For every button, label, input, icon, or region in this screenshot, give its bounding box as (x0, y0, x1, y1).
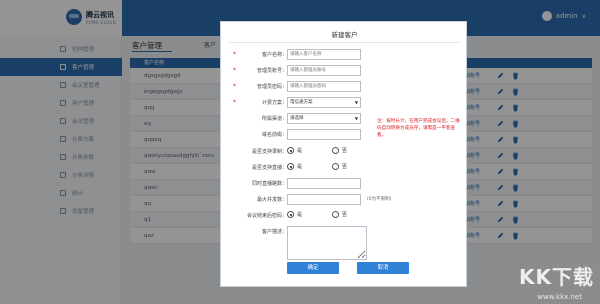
live-no-radio[interactable]: 否 (332, 163, 347, 170)
field-max-concurrent: 最大并发数： (0为不限制) (221, 194, 468, 206)
field-meeting-end-code: 会议结束后密码： 是 否 (221, 210, 468, 222)
radio-label: 否 (342, 164, 348, 170)
end-code-radio-group: 是 否 (287, 211, 347, 218)
required-marker: * (233, 67, 236, 74)
recording-no-radio[interactable]: 否 (332, 147, 347, 154)
field-label: 所属渠道： (261, 116, 287, 122)
radio-dot (287, 163, 294, 170)
field-label: 是否支持直播： (251, 165, 287, 171)
field-admin-password: * 管理员密码： (221, 81, 468, 93)
field-customer-name: * 客户名称： (221, 49, 468, 61)
field-live-duration: 同时直播路数： (221, 178, 468, 190)
domain-prefix-input[interactable] (287, 129, 361, 140)
field-support-live: 是否支持直播： 是 否 (221, 162, 468, 174)
end-code-no-radio[interactable]: 否 (332, 211, 347, 218)
recording-yes-radio[interactable]: 是 (287, 147, 302, 154)
radio-dot (332, 147, 340, 154)
radio-dot (287, 147, 294, 154)
watermark-logo: KK下载 (519, 265, 594, 289)
field-label: 客户描述： (261, 229, 287, 235)
caret-down-icon: ▼ (354, 116, 358, 121)
customer-desc-textarea[interactable] (287, 226, 367, 260)
live-duration-input[interactable] (287, 178, 361, 189)
field-label: 同时直播路数： (251, 181, 287, 187)
field-support-recording: 是否支持录制： 是 否 (221, 146, 468, 158)
field-label: 客户名称： (261, 52, 287, 58)
field-label: 管理员密码： (256, 84, 287, 90)
dialog-title: 新建客户 (331, 31, 358, 39)
field-customer-desc: 客户描述： (221, 226, 468, 262)
field-label: 会议结束后密码： (246, 213, 287, 219)
radio-label: 是 (297, 164, 303, 170)
cancel-button[interactable]: 取消 (357, 262, 409, 274)
billing-plan-select[interactable]: 电信通方案 ▼ (287, 97, 361, 108)
recording-radio-group: 是 否 (287, 147, 347, 154)
radio-label: 是 (297, 148, 303, 154)
radio-label: 是 (297, 212, 303, 218)
radio-dot (287, 211, 294, 218)
required-marker: * (233, 51, 236, 58)
field-hint: (0为不限制) (367, 197, 392, 202)
caret-down-icon: ▼ (354, 100, 358, 105)
select-value: 电信通方案 (290, 100, 313, 105)
admin-account-input[interactable] (287, 65, 361, 76)
required-marker: * (233, 99, 236, 106)
sales-channel-select[interactable]: 请选择 ▼ (287, 113, 361, 124)
max-concurrent-input[interactable] (287, 194, 361, 205)
admin-password-input[interactable] (287, 81, 361, 92)
select-value: 请选择 (290, 116, 304, 121)
field-label: 最大并发数： (256, 197, 287, 203)
live-yes-radio[interactable]: 是 (287, 163, 302, 170)
field-label: 管理员账号： (256, 68, 287, 74)
new-customer-dialog: 新建客户 * 客户名称： * 管理员账号： * 管理员密码： * 计费方案： 电… (220, 21, 467, 287)
field-admin-account: * 管理员账号： (221, 65, 468, 77)
customer-name-input[interactable] (287, 49, 361, 60)
field-label: 域名前缀： (261, 132, 287, 138)
radio-dot (332, 163, 340, 170)
confirm-button[interactable]: 确定 (287, 262, 339, 274)
field-billing-plan: * 计费方案： 电信通方案 ▼ (221, 97, 468, 109)
watermark-url: www.kkx.net (537, 293, 582, 301)
field-label: 是否支持录制： (251, 149, 287, 155)
radio-label: 否 (342, 212, 348, 218)
radio-dot (332, 211, 340, 218)
radio-label: 否 (342, 148, 348, 154)
billing-note: 注：按时长计，在用户完成会议后，二维码自动转换为成员存，请需是一平客查看。 (377, 119, 460, 138)
required-marker: * (233, 83, 236, 90)
field-label: 计费方案： (261, 100, 287, 106)
divider (229, 42, 460, 43)
end-code-yes-radio[interactable]: 是 (287, 211, 302, 218)
live-radio-group: 是 否 (287, 163, 347, 170)
